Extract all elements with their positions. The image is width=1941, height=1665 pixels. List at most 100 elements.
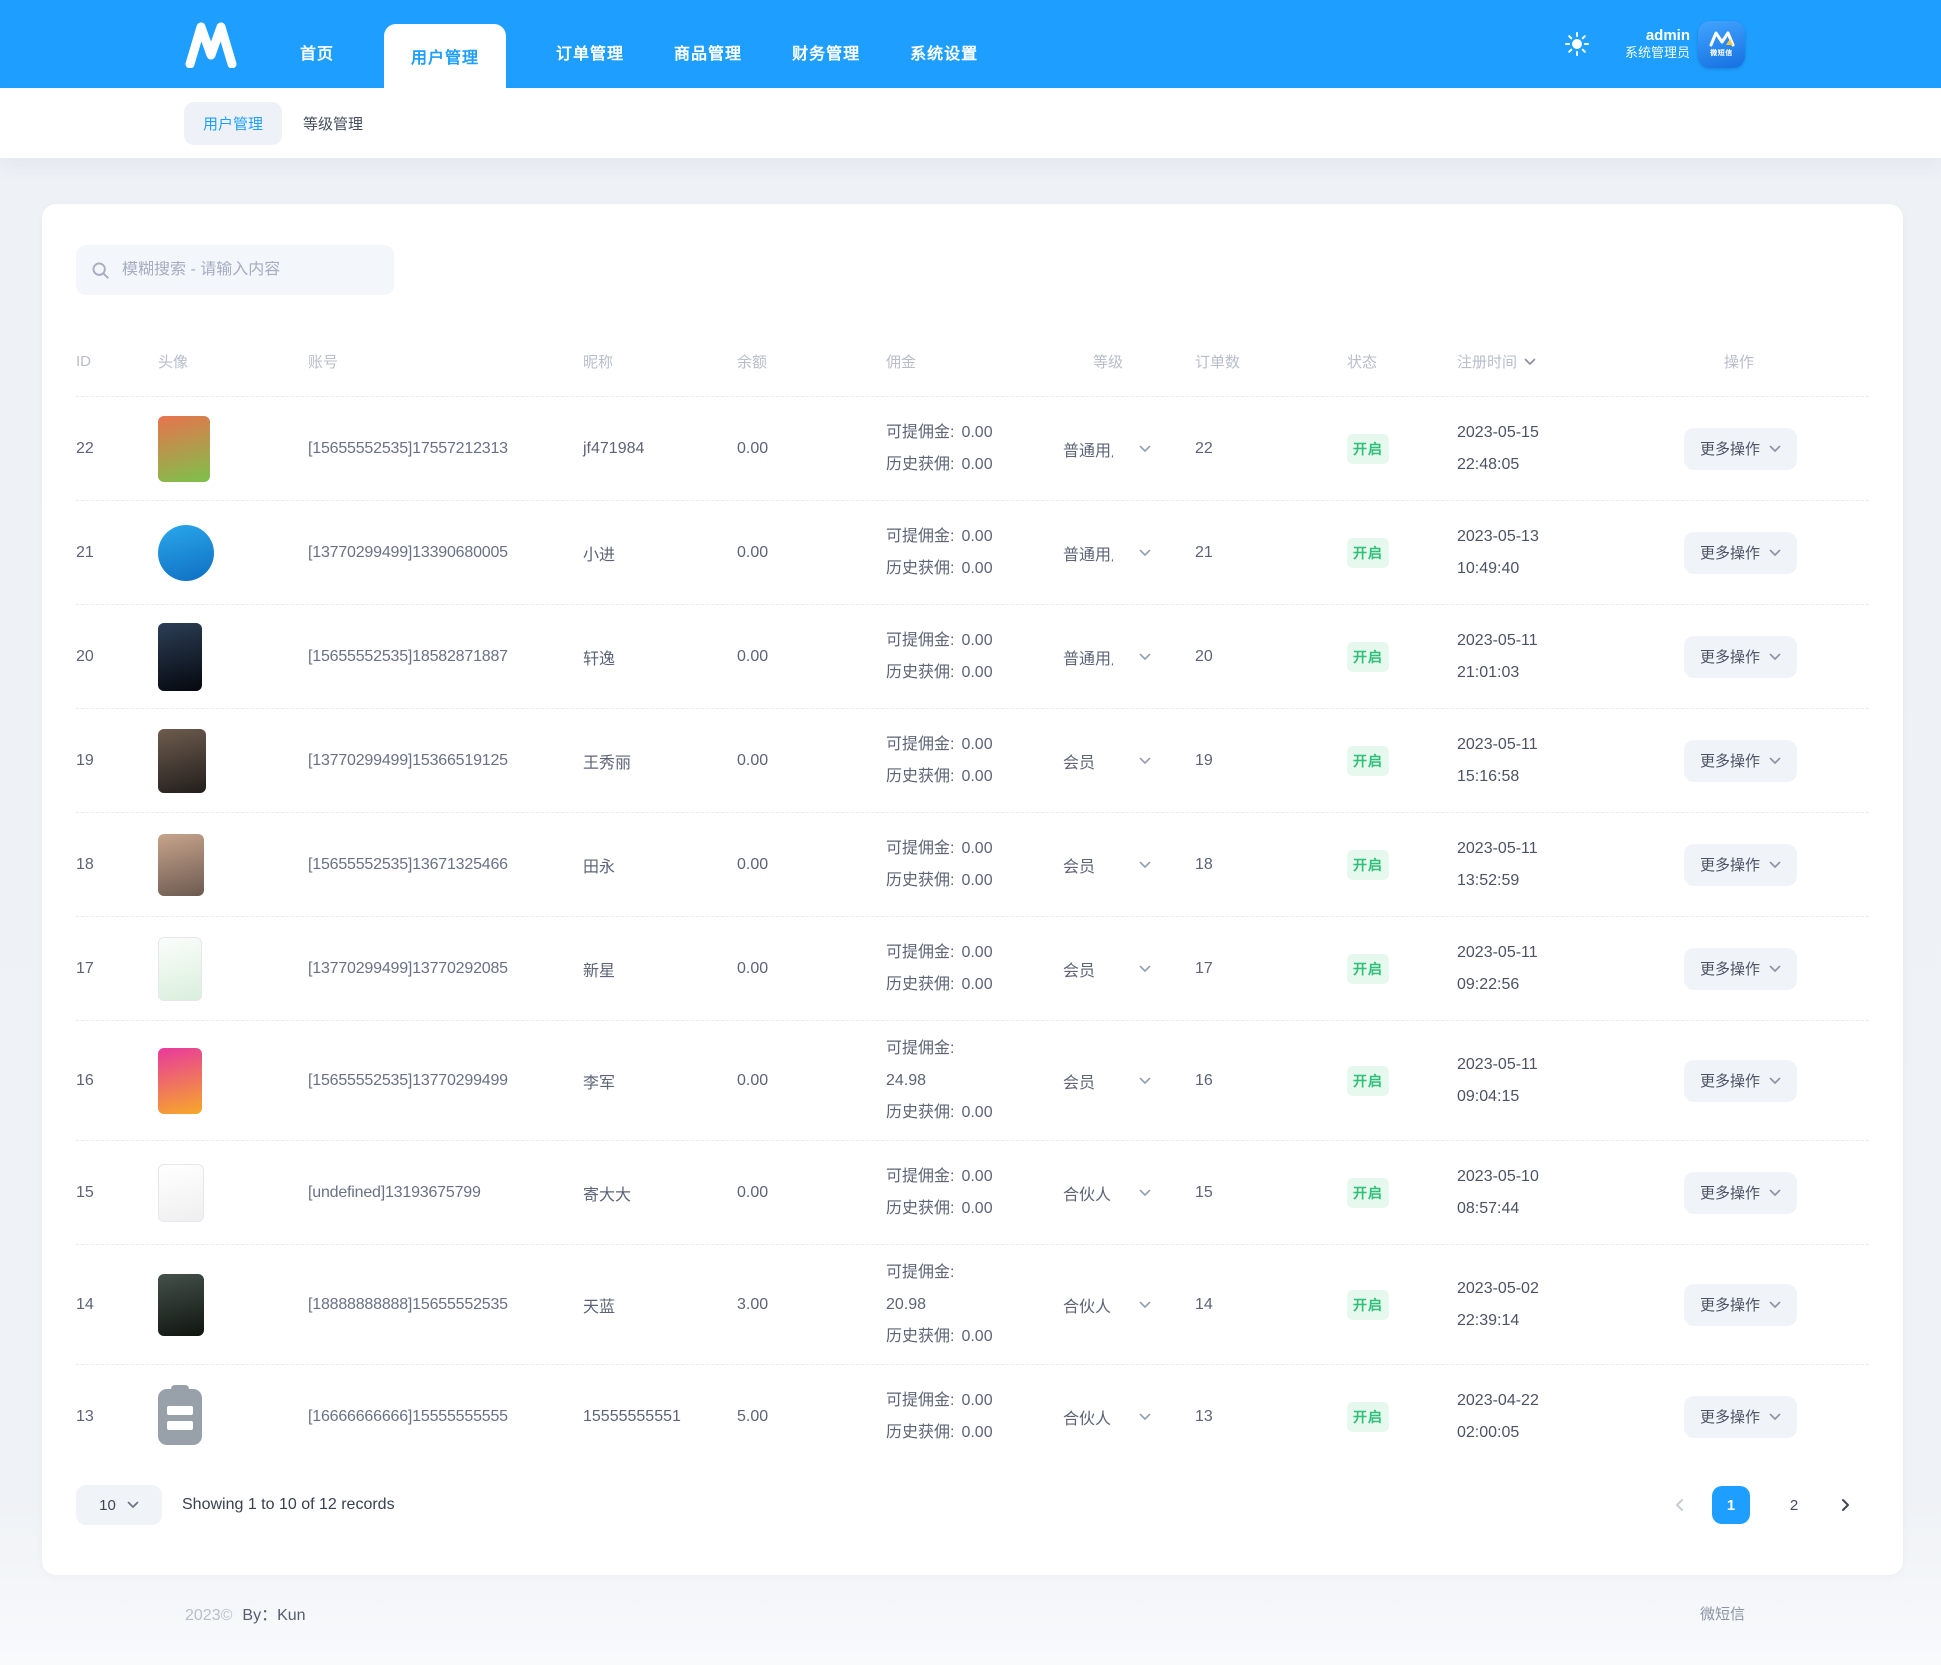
cell-account: [15655552535]13770299499 (308, 1072, 583, 1090)
chevron-down-icon (1139, 1189, 1151, 1197)
more-actions-button[interactable]: 更多操作 (1684, 948, 1797, 990)
status-badge: 开启 (1347, 434, 1389, 464)
table-row: 20[15655552535]18582871887轩逸0.00可提佣金:0.0… (76, 604, 1869, 708)
col-header-regtime-sort[interactable]: 注册时间 (1457, 351, 1684, 372)
chevron-down-icon (1769, 861, 1781, 869)
table-header: ID 头像 账号 昵称 余额 佣金 等级 订单数 状态 注册时间 操作 (76, 351, 1869, 396)
search-input[interactable] (122, 261, 379, 279)
level-select[interactable]: 普通用户 (1063, 541, 1195, 565)
chevron-down-icon (1139, 549, 1151, 557)
level-label: 合伙人 (1063, 1405, 1113, 1429)
chevron-down-icon (1769, 965, 1781, 973)
chevron-down-icon (1769, 1413, 1781, 1421)
cell-account: [undefined]13193675799 (308, 1184, 583, 1202)
nav-item-product-management[interactable]: 商品管理 (674, 40, 742, 88)
cell-account: [13770299499]13390680005 (308, 544, 583, 562)
avatar-image[interactable] (158, 416, 210, 482)
more-actions-button[interactable]: 更多操作 (1684, 1284, 1797, 1326)
chevron-down-icon (1139, 1413, 1151, 1421)
more-actions-button[interactable]: 更多操作 (1684, 1172, 1797, 1214)
page-button-1[interactable]: 1 (1712, 1486, 1750, 1524)
subnav-item-user-management[interactable]: 用户管理 (184, 102, 282, 145)
avatar-image[interactable] (158, 525, 214, 581)
avatar-image[interactable] (158, 834, 204, 896)
avatar-image[interactable] (158, 1048, 202, 1114)
subnav-item-level-management[interactable]: 等级管理 (303, 113, 363, 134)
user-avatar[interactable]: 微短信 (1698, 21, 1745, 68)
level-select[interactable]: 会员 (1063, 1069, 1195, 1093)
cell-regtime: 2023-05-0222:39:14 (1457, 1273, 1684, 1337)
user-menu[interactable]: admin 系统管理员 (1625, 27, 1690, 62)
col-header-actions: 操作 (1684, 351, 1869, 372)
page-size-select[interactable]: 10 (76, 1485, 162, 1525)
commission-line: 历史获佣:0.00 (886, 761, 1063, 793)
level-select[interactable]: 普通用户 (1063, 437, 1195, 461)
cell-commission: 可提佣金:0.00历史获佣:0.00 (886, 1385, 1063, 1449)
cell-nickname: 寄大大 (583, 1181, 737, 1205)
commission-line: 历史获佣:0.00 (886, 969, 1063, 1001)
more-actions-button[interactable]: 更多操作 (1684, 532, 1797, 574)
level-select[interactable]: 普通用户 (1063, 645, 1195, 669)
regtime-date: 2023-05-15 (1457, 417, 1684, 449)
chevron-right-icon[interactable] (1838, 1498, 1852, 1512)
commission-line: 历史获佣:0.00 (886, 1417, 1063, 1449)
avatar-image[interactable] (158, 1274, 204, 1336)
secondary-nav: 用户管理 等级管理 (0, 88, 1941, 158)
cell-account: [13770299499]13770292085 (308, 960, 583, 978)
cell-account: [15655552535]13671325466 (308, 856, 583, 874)
cell-nickname: 田永 (583, 853, 737, 877)
table-row: 14[18888888888]15655552535天蓝3.00可提佣金:20.… (76, 1244, 1869, 1364)
chevron-down-icon (1139, 445, 1151, 453)
cell-balance: 0.00 (737, 544, 886, 562)
more-actions-label: 更多操作 (1700, 1070, 1760, 1091)
level-label: 会员 (1063, 1069, 1113, 1093)
cell-regtime: 2023-05-1008:57:44 (1457, 1161, 1684, 1225)
pagination-summary: Showing 1 to 10 of 12 records (182, 1496, 395, 1514)
top-navbar: 首页 用户管理 订单管理 商品管理 财务管理 系统设置 admin 系统管理员 (0, 0, 1941, 88)
more-actions-button[interactable]: 更多操作 (1684, 844, 1797, 886)
cell-balance: 0.00 (737, 752, 886, 770)
avatar-image[interactable] (158, 937, 202, 1001)
avatar-image[interactable] (158, 1389, 202, 1445)
level-select[interactable]: 会员 (1063, 749, 1195, 773)
more-actions-button[interactable]: 更多操作 (1684, 1396, 1797, 1438)
cell-commission: 可提佣金:0.00历史获佣:0.00 (886, 833, 1063, 897)
avatar-image[interactable] (158, 623, 202, 691)
avatar-image[interactable] (158, 1164, 204, 1222)
level-select[interactable]: 合伙人 (1063, 1181, 1195, 1205)
table-row: 18[15655552535]13671325466田永0.00可提佣金:0.0… (76, 812, 1869, 916)
chevron-down-icon (1769, 1189, 1781, 1197)
theme-toggle-icon[interactable] (1565, 32, 1589, 56)
level-select[interactable]: 合伙人 (1063, 1293, 1195, 1317)
cell-nickname: 新星 (583, 957, 737, 981)
chevron-left-icon[interactable] (1673, 1498, 1687, 1512)
nav-item-user-management[interactable]: 用户管理 (384, 24, 506, 88)
more-actions-button[interactable]: 更多操作 (1684, 636, 1797, 678)
level-select[interactable]: 会员 (1063, 957, 1195, 981)
regtime-time: 15:16:58 (1457, 761, 1684, 793)
nav-item-home[interactable]: 首页 (300, 40, 334, 88)
level-select[interactable]: 合伙人 (1063, 1405, 1195, 1429)
level-select[interactable]: 会员 (1063, 853, 1195, 877)
nav-item-system-settings[interactable]: 系统设置 (910, 40, 978, 88)
more-actions-label: 更多操作 (1700, 438, 1760, 459)
more-actions-button[interactable]: 更多操作 (1684, 428, 1797, 470)
avatar-logo-icon (1709, 31, 1735, 47)
page-button-2[interactable]: 2 (1775, 1486, 1813, 1524)
nav-item-finance-management[interactable]: 财务管理 (792, 40, 860, 88)
avatar-image[interactable] (158, 729, 206, 793)
cell-commission: 可提佣金:0.00历史获佣:0.00 (886, 417, 1063, 481)
commission-line: 历史获佣:0.00 (886, 1321, 1063, 1353)
status-badge: 开启 (1347, 954, 1389, 984)
regtime-date: 2023-05-11 (1457, 1049, 1684, 1081)
sort-chevron-icon (1524, 358, 1536, 366)
cell-commission: 可提佣金:0.00历史获佣:0.00 (886, 729, 1063, 793)
commission-line: 历史获佣:0.00 (886, 449, 1063, 481)
more-actions-button[interactable]: 更多操作 (1684, 740, 1797, 782)
more-actions-button[interactable]: 更多操作 (1684, 1060, 1797, 1102)
col-header-account: 账号 (308, 351, 583, 372)
user-name: admin (1625, 27, 1690, 46)
nav-item-order-management[interactable]: 订单管理 (556, 40, 624, 88)
cell-order-count: 16 (1195, 1072, 1347, 1090)
cell-regtime: 2023-05-1310:49:40 (1457, 521, 1684, 585)
